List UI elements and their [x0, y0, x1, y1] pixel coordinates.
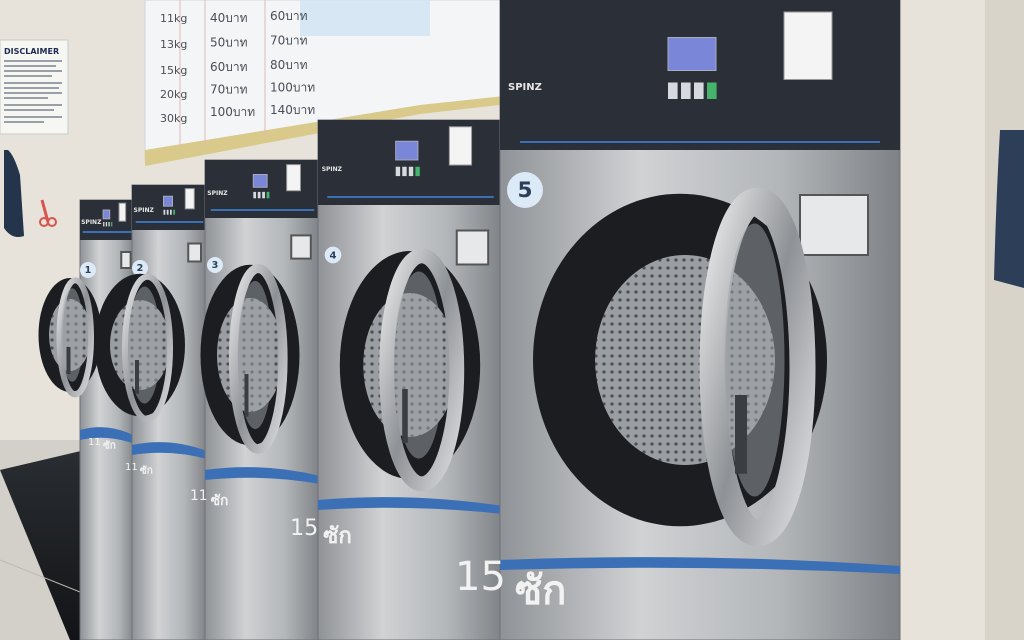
capacity-label: 11	[88, 437, 101, 448]
panel-button[interactable]	[262, 191, 265, 199]
brand-logo: SPINZ	[134, 207, 155, 214]
panel-button[interactable]	[694, 82, 704, 100]
display-screen	[395, 140, 419, 161]
machine-number: 3	[212, 260, 219, 271]
price-row: 11kg 40บาท 60บาท	[160, 9, 308, 25]
price-label-2: 140บาท	[270, 103, 315, 117]
price-label-2: 100บาท	[270, 81, 315, 95]
door-handle[interactable]	[244, 374, 249, 417]
weight-label: 30kg	[160, 112, 187, 125]
right-wall-pillar	[985, 0, 1024, 640]
capacity-label: 11	[190, 488, 208, 504]
door-handle[interactable]	[135, 360, 139, 394]
qr-code-icon[interactable]	[286, 164, 301, 192]
panel-button[interactable]	[103, 222, 105, 227]
washer-machine-3[interactable]: SPINZ 3 11 ซัก	[190, 159, 321, 640]
panel-button[interactable]	[402, 166, 407, 177]
control-panel	[500, 0, 900, 150]
panel-button[interactable]	[105, 222, 108, 227]
wash-label: ซัก	[140, 465, 153, 477]
panel-button[interactable]	[668, 82, 678, 100]
price-label: 50บาท	[210, 36, 248, 50]
panel-button[interactable]	[166, 209, 169, 215]
panel-button[interactable]	[681, 82, 691, 100]
qr-code-icon[interactable]	[448, 126, 473, 166]
panel-button[interactable]	[395, 166, 401, 177]
wash-label: ซัก	[211, 493, 229, 509]
display-screen	[163, 195, 173, 207]
disclaimer-title: DISCLAIMER	[4, 47, 59, 56]
panel-button[interactable]	[266, 191, 270, 199]
price-label-2: 70บาท	[270, 34, 308, 48]
weight-label: 15kg	[160, 64, 187, 77]
qr-code-icon[interactable]	[783, 11, 833, 80]
coin-slot[interactable]	[120, 251, 132, 269]
washer-machine-5[interactable]: SPINZ 5 15 ซัก	[455, 0, 901, 640]
display-screen	[252, 174, 268, 188]
panel-button[interactable]	[415, 166, 420, 177]
scene-svg: 11kg 40บาท 60บาท 13kg 50บาท 70บาท 15kg 60บาท 80บ…	[0, 0, 1024, 640]
brand-logo: SPINZ	[508, 82, 542, 93]
wash-label: ซัก	[323, 523, 352, 549]
qr-code-icon[interactable]	[184, 188, 195, 210]
machine-number: 2	[137, 263, 144, 274]
machine-number: 1	[85, 265, 92, 276]
wash-label: ซัก	[515, 568, 566, 614]
capacity-label: 15	[290, 515, 318, 541]
door-handle[interactable]	[402, 389, 408, 443]
door-handle[interactable]	[735, 395, 747, 474]
price-label-2: 60บาท	[270, 9, 308, 23]
capacity-label: 15	[455, 554, 506, 600]
machine-number: 4	[330, 250, 337, 261]
display-screen	[102, 209, 111, 220]
panel-button[interactable]	[163, 209, 166, 215]
panel-button[interactable]	[108, 222, 110, 227]
brand-logo: SPINZ	[207, 190, 228, 197]
price-label: 70บาท	[210, 83, 248, 97]
disclaimer-sheet: DISCLAIMER	[0, 39, 69, 135]
brand-logo: SPINZ	[81, 219, 102, 226]
coin-slot[interactable]	[187, 242, 202, 263]
panel-button[interactable]	[408, 166, 414, 177]
panel-button[interactable]	[707, 82, 717, 100]
panel-button[interactable]	[111, 222, 113, 227]
wash-label: ซัก	[103, 440, 116, 452]
capacity-label: 11	[125, 462, 138, 473]
weight-label: 13kg	[160, 38, 187, 51]
price-label: 40บาท	[210, 11, 248, 25]
coin-slot[interactable]	[799, 194, 869, 256]
display-screen	[667, 37, 717, 71]
price-label-2: 80บาท	[270, 58, 308, 72]
price-label: 60บาท	[210, 60, 248, 74]
weight-label: 20kg	[160, 88, 187, 101]
panel-button[interactable]	[170, 209, 172, 215]
weight-label: 11kg	[160, 12, 187, 25]
brand-logo: SPINZ	[322, 166, 343, 173]
door-handle[interactable]	[66, 347, 71, 374]
panel-button[interactable]	[257, 191, 261, 199]
control-panel	[318, 120, 503, 205]
laundromat-scene: 11kg 40บาท 60บาท 13kg 50บาท 70บาท 15kg 60บาท 80บ…	[0, 0, 1024, 640]
machine-number: 5	[517, 178, 532, 203]
panel-button[interactable]	[253, 191, 257, 199]
qr-code-icon[interactable]	[118, 202, 127, 222]
coin-slot[interactable]	[455, 229, 490, 266]
price-label: 100บาท	[210, 105, 255, 119]
coin-slot[interactable]	[290, 234, 312, 260]
panel-button[interactable]	[173, 209, 176, 215]
